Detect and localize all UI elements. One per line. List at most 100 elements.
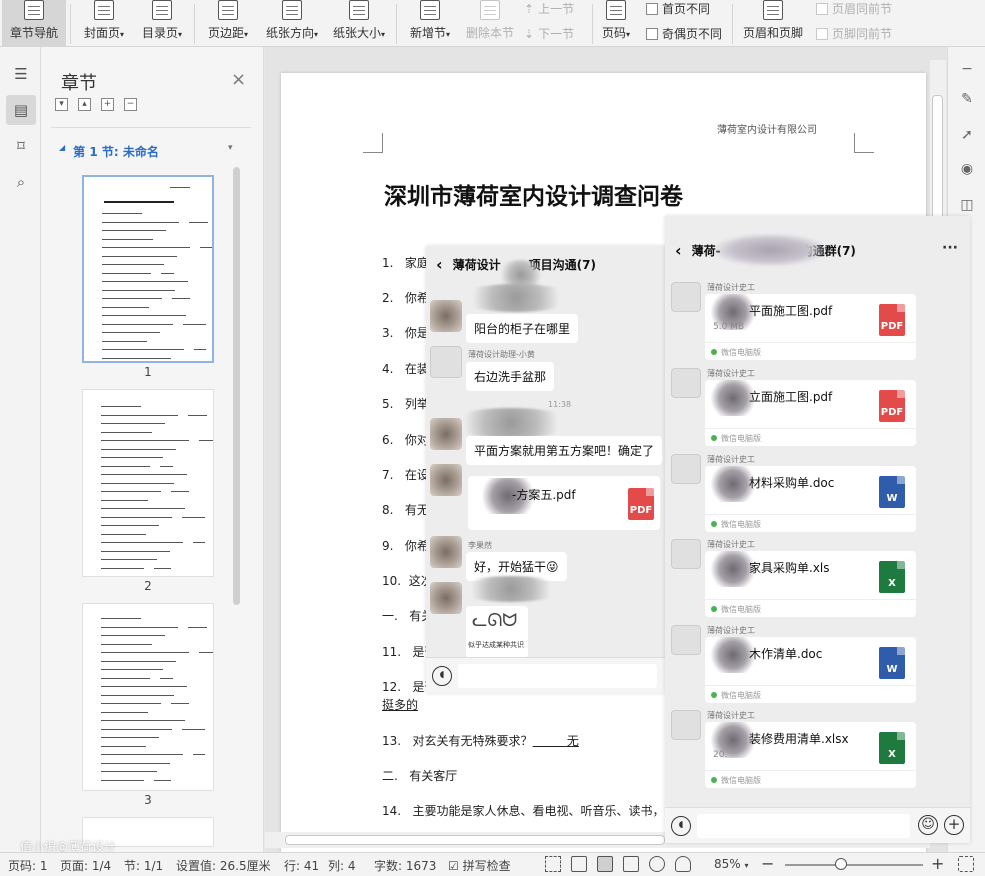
first-page-different-checkbox[interactable]: 首页不同	[646, 0, 710, 17]
chevron-down-icon: ▾	[381, 30, 386, 39]
paper-size-button[interactable]: 纸张大小▾	[328, 0, 390, 46]
cursor-icon[interactable]: ➚	[957, 127, 977, 147]
avatar[interactable]	[430, 536, 462, 568]
orientation-label: 纸张方向	[265, 26, 314, 40]
toolbar-divider	[396, 4, 397, 44]
file-message-card[interactable]: -方案五.pdf PDF	[468, 476, 660, 530]
scroll-thumb[interactable]	[285, 835, 665, 845]
sender-name: 薄荷设计助理-小黄	[468, 350, 535, 359]
shapes-icon[interactable]: ◫	[957, 197, 977, 217]
question-item: 7. 在设	[382, 468, 429, 482]
remove-section-icon[interactable]: −	[124, 98, 137, 111]
file-message-card[interactable]: 家具采购单.xls X 微信电脑版	[705, 551, 916, 617]
header-same-as-previous-checkbox[interactable]: 页眉同前节	[816, 0, 892, 17]
question-item: 1. 家庭	[382, 256, 429, 270]
emoji-icon[interactable]: ☺	[918, 815, 938, 835]
status-setting[interactable]: 设置值: 26.5厘米	[176, 857, 271, 874]
delete-section-button[interactable]: 删除本节	[462, 0, 518, 46]
avatar[interactable]	[430, 300, 462, 332]
eye-protection-icon[interactable]	[675, 856, 691, 872]
page-thumbnail-1[interactable]	[82, 175, 214, 363]
page-view-icon[interactable]	[597, 856, 613, 872]
new-section-button[interactable]: 新增节▾	[404, 0, 456, 46]
prev-section-button[interactable]: ⇡ 上一节	[524, 0, 574, 17]
section-item[interactable]: ◢ 第 1 节: 未命名	[59, 143, 159, 160]
outline-view-icon[interactable]	[623, 856, 639, 872]
file-message-card[interactable]: 材料采购单.doc W 微信电脑版	[705, 466, 916, 532]
status-word-count[interactable]: 字数: 1673	[374, 857, 436, 874]
file-message-card[interactable]: 平面施工图.pdf 5.0 MB PDF 微信电脑版	[705, 294, 916, 360]
avatar[interactable]	[430, 346, 462, 378]
zoom-slider-handle[interactable]	[835, 858, 847, 870]
section-label: 第 1 节: 未命名	[73, 145, 159, 159]
question-item: 14. 主要功能是家人休息、看电视、听音乐、读书，还	[382, 804, 677, 818]
page-thumbnail-3[interactable]	[82, 603, 214, 791]
avatar[interactable]	[671, 625, 701, 655]
nav-scrollbar[interactable]	[233, 167, 240, 605]
collapse-icon[interactable]: ▾	[55, 98, 68, 111]
plus-icon[interactable]: +	[944, 815, 964, 835]
search-icon[interactable]: ⌕	[6, 167, 36, 197]
back-icon[interactable]: ‹	[675, 241, 682, 260]
avatar[interactable]	[671, 282, 701, 312]
message-bubble[interactable]: 平面方案就用第五方案吧！确定了	[466, 436, 663, 465]
section-nav-label: 章节导航	[9, 26, 58, 40]
fit-window-icon[interactable]	[958, 856, 974, 872]
file-message-card[interactable]: 木作清单.doc W 微信电脑版	[705, 637, 916, 703]
sender-name: 薄荷设计史工	[707, 626, 755, 635]
message-bubble[interactable]: 阳台的柜子在哪里	[466, 314, 579, 343]
next-section-button[interactable]: ⇣ 下一节	[524, 25, 574, 42]
voice-icon[interactable]: ◖	[432, 666, 452, 686]
cover-page-button[interactable]: 封面页▾	[76, 0, 132, 46]
read-mode-icon[interactable]	[571, 856, 587, 872]
web-view-icon[interactable]	[649, 856, 665, 872]
sticker-message[interactable]: ᓚᘏᗢ 似乎达成某种共识	[466, 606, 528, 658]
voice-icon[interactable]: ◖	[671, 816, 691, 836]
zoom-out-button[interactable]: −	[761, 854, 774, 873]
orientation-button[interactable]: 纸张方向▾	[258, 0, 326, 46]
expand-icon[interactable]: ▴	[78, 98, 91, 111]
add-section-icon[interactable]: +	[101, 98, 114, 111]
file-message-card[interactable]: 立面施工图.pdf PDF 微信电脑版	[705, 380, 916, 446]
wechat-icon	[711, 692, 717, 698]
scroll-thumb[interactable]	[932, 95, 943, 235]
page-thumbnail-2[interactable]	[82, 389, 214, 577]
zoom-in-button[interactable]: +	[931, 854, 944, 873]
margins-button[interactable]: 页边距▾	[200, 0, 256, 46]
page-number-button[interactable]: 页码▾	[596, 0, 636, 46]
zoom-level[interactable]: 85% ▾	[714, 857, 749, 871]
file-message-card[interactable]: 装修费用清单.xlsx 20. X 微信电脑版	[705, 722, 916, 788]
toc-page-button[interactable]: 目录页▾	[134, 0, 190, 46]
avatar[interactable]	[671, 710, 701, 740]
status-section[interactable]: 节: 1/1	[124, 857, 163, 874]
section-pane-icon[interactable]: ▤	[6, 95, 36, 125]
header-footer-button[interactable]: 页眉和页脚	[738, 0, 808, 46]
odd-even-different-checkbox[interactable]: 奇偶页不同	[646, 25, 722, 42]
chevron-down-icon[interactable]: ▾	[228, 143, 233, 153]
minus-icon[interactable]: −	[957, 61, 977, 81]
bookmark-icon[interactable]: ⌑	[6, 131, 36, 161]
message-input[interactable]	[458, 664, 657, 688]
spell-check-button[interactable]: ☑ 拼写检查	[448, 857, 511, 874]
avatar[interactable]	[671, 368, 701, 398]
more-icon[interactable]: ···	[942, 240, 958, 256]
menu-icon[interactable]: ☰	[6, 59, 36, 89]
fullscreen-icon[interactable]	[545, 856, 561, 872]
avatar[interactable]	[430, 464, 462, 496]
section-nav-button[interactable]: 章节导航	[2, 0, 66, 46]
nav-pane-title: 章节	[61, 73, 97, 94]
status-page-count[interactable]: 页面: 1/4	[60, 857, 111, 874]
close-icon[interactable]: ×	[231, 69, 246, 90]
zoom-slider[interactable]	[785, 864, 923, 866]
file-name: 立面施工图.pdf	[749, 390, 833, 404]
footer-same-as-previous-checkbox[interactable]: 页脚同前节	[816, 25, 892, 42]
file-size: 5.0 MB	[713, 322, 745, 332]
pen-icon[interactable]: ✎	[957, 91, 977, 111]
avatar[interactable]	[671, 539, 701, 569]
message-bubble[interactable]: 右边洗手盆那	[466, 362, 555, 391]
avatar[interactable]	[671, 454, 701, 484]
location-icon[interactable]: ◉	[957, 161, 977, 181]
message-input[interactable]	[697, 814, 910, 838]
status-page-code[interactable]: 页码: 1	[8, 857, 48, 874]
back-icon[interactable]: ‹	[436, 255, 443, 274]
